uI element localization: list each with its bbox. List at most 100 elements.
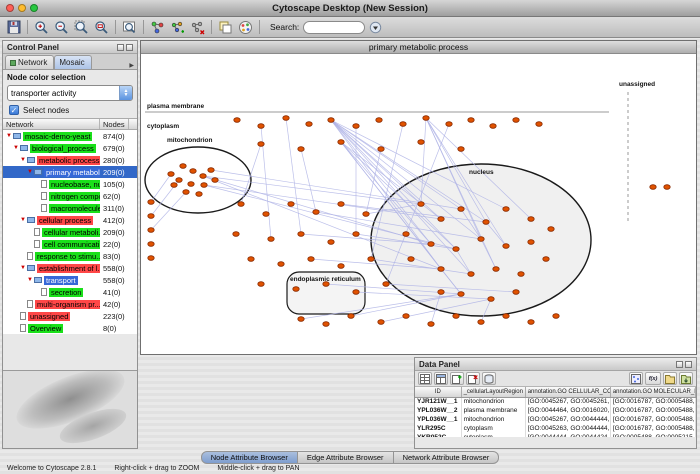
graph-node[interactable] <box>258 142 264 147</box>
graph-node[interactable] <box>338 202 344 207</box>
graph-node[interactable] <box>408 257 414 262</box>
graph-node[interactable] <box>518 272 524 277</box>
graph-node[interactable] <box>353 290 359 295</box>
graph-node[interactable] <box>363 212 369 217</box>
tree-item[interactable]: ▼establishment of l...558(0) <box>3 262 137 274</box>
select-attributes-icon[interactable] <box>418 372 432 385</box>
tab-node-attribute-browser[interactable]: Node Attribute Browser <box>201 451 298 464</box>
graph-node[interactable] <box>196 192 202 197</box>
graph-node[interactable] <box>238 202 244 207</box>
graph-node[interactable] <box>418 202 424 207</box>
graph-node[interactable] <box>428 322 434 327</box>
graph-node[interactable] <box>513 290 519 295</box>
graph-node[interactable] <box>183 190 189 195</box>
graph-node[interactable] <box>190 169 196 174</box>
graph-node[interactable] <box>338 140 344 145</box>
zoom-in-icon[interactable] <box>32 18 51 37</box>
graph-node[interactable] <box>468 272 474 277</box>
tree-item[interactable]: cell communicati...22(0) <box>3 238 137 250</box>
graph-node[interactable] <box>353 232 359 237</box>
column-header-id[interactable]: ID <box>415 387 461 397</box>
table-row[interactable]: YKR052Ccytoplasm[GO:0044444, GO:0044424,… <box>415 433 696 437</box>
graph-node[interactable] <box>168 172 174 177</box>
graph-node[interactable] <box>493 267 499 272</box>
graph-node[interactable] <box>328 118 334 123</box>
graph-node[interactable] <box>293 287 299 292</box>
unselect-attributes-icon[interactable] <box>434 372 448 385</box>
table-row[interactable]: YPL036W__2plasma membrane[GO:0044464, GO… <box>415 406 696 415</box>
tree-item[interactable]: unassigned223(0) <box>3 310 137 322</box>
tree-item[interactable]: ▼mosaic-demo-yeast874(0) <box>3 130 137 142</box>
graph-node[interactable] <box>400 122 406 127</box>
float-panel-icon[interactable] <box>676 361 683 368</box>
save-session-icon[interactable] <box>4 18 23 37</box>
graph-node[interactable] <box>313 210 319 215</box>
graph-node[interactable] <box>376 118 382 123</box>
graph-node[interactable] <box>458 147 464 152</box>
import-attributes-icon[interactable] <box>663 372 677 385</box>
tree-item[interactable]: ▼biological_process679(0) <box>3 142 137 154</box>
zoom-fit-icon[interactable] <box>92 18 111 37</box>
graph-node[interactable] <box>536 122 542 127</box>
graph-node[interactable] <box>258 282 264 287</box>
tree-item[interactable]: response to stimu...83(0) <box>3 250 137 262</box>
graph-node[interactable] <box>148 242 154 247</box>
graph-node[interactable] <box>453 314 459 319</box>
tab-network-attribute-browser[interactable]: Network Attribute Browser <box>394 451 500 464</box>
graph-node[interactable] <box>378 320 384 325</box>
tree-item[interactable]: multi-organism pr...42(0) <box>3 298 137 310</box>
graph-node[interactable] <box>180 164 186 169</box>
expand-arrow-icon[interactable]: ▼ <box>26 277 34 283</box>
open-attributes-icon[interactable] <box>679 372 693 385</box>
graph-node[interactable] <box>428 242 434 247</box>
graph-node[interactable] <box>453 247 459 252</box>
column-header-cellular[interactable]: annotation.GO CELLULAR_COMPONENT <box>525 387 610 397</box>
overview-network-icon[interactable] <box>148 18 167 37</box>
graph-node[interactable] <box>258 124 264 129</box>
graph-node[interactable] <box>543 257 549 262</box>
graph-node[interactable] <box>212 178 218 183</box>
tree-item[interactable]: nitrogen compou...62(0) <box>3 190 137 202</box>
search-input[interactable] <box>303 21 365 34</box>
graph-node[interactable] <box>338 264 344 269</box>
graph-node[interactable] <box>368 257 374 262</box>
graph-node[interactable] <box>200 174 206 179</box>
graph-node[interactable] <box>233 232 239 237</box>
graph-node[interactable] <box>148 214 154 219</box>
graph-node[interactable] <box>403 314 409 319</box>
expand-arrow-icon[interactable]: ▼ <box>5 133 13 139</box>
graph-node[interactable] <box>488 297 494 302</box>
graph-node[interactable] <box>298 317 304 322</box>
zoom-out-icon[interactable] <box>52 18 71 37</box>
network-canvas[interactable]: plasma membranecytoplasmmitochondrionnuc… <box>141 54 696 354</box>
table-row[interactable]: YJR121W__1mitochondrion[GO:0045267, GO:0… <box>415 397 696 406</box>
tab-mosaic[interactable]: Mosaic <box>54 55 91 69</box>
select-nodes-checkbox[interactable]: ✓ <box>9 105 19 115</box>
close-panel-icon[interactable] <box>126 44 133 51</box>
table-row[interactable]: YPL036W__1mitochondrion[GO:0045267, GO:0… <box>415 415 696 424</box>
tree-item[interactable]: cellular metaboli...209(0) <box>3 226 137 238</box>
graph-node[interactable] <box>650 185 656 190</box>
node-color-select[interactable]: transporter activity ▲▼ <box>7 85 133 101</box>
graph-node[interactable] <box>446 122 452 127</box>
tree-item[interactable]: ▼metabolic process280(0) <box>3 154 137 166</box>
column-header-molecular[interactable]: annotation.GO MOLECULAR_FUNCTION <box>610 387 695 397</box>
graph-node[interactable] <box>171 183 177 188</box>
graph-node[interactable] <box>201 183 207 188</box>
graph-node[interactable] <box>438 217 444 222</box>
graph-node[interactable] <box>353 124 359 129</box>
graph-node[interactable] <box>438 267 444 272</box>
graph-node[interactable] <box>483 220 489 225</box>
graph-node[interactable] <box>418 140 424 145</box>
create-view-icon[interactable] <box>168 18 187 37</box>
tab-network[interactable]: Network <box>5 55 54 69</box>
graph-node[interactable] <box>234 118 240 123</box>
graph-node[interactable] <box>278 262 284 267</box>
function-builder-icon[interactable]: f(x) <box>645 372 661 385</box>
tab-scroll-right-icon[interactable]: ▶ <box>126 62 137 69</box>
tree-item[interactable]: macromolecule m...311(0) <box>3 202 137 214</box>
graph-node[interactable] <box>403 232 409 237</box>
graph-node[interactable] <box>438 290 444 295</box>
expand-arrow-icon[interactable]: ▼ <box>12 145 20 151</box>
graph-node[interactable] <box>490 124 496 129</box>
